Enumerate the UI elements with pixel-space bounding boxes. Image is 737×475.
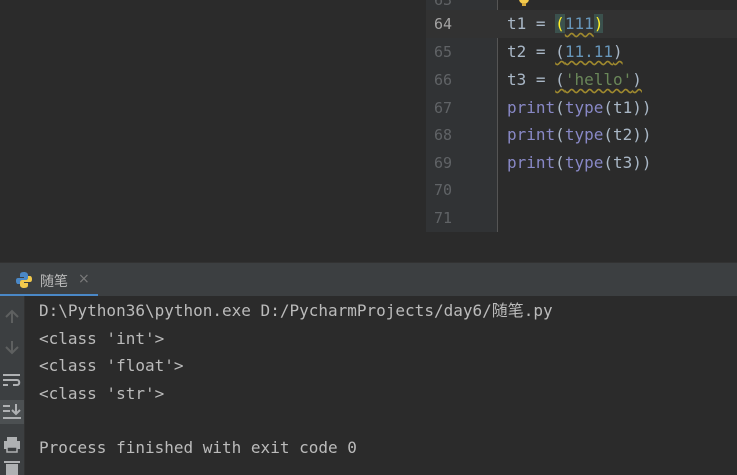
line-number: 66 xyxy=(434,71,453,89)
code-line-68[interactable]: print(type(t2)) xyxy=(507,121,652,149)
run-tab-label: 随笔 xyxy=(40,274,68,290)
code-token: ( xyxy=(555,125,565,144)
code-token: ) xyxy=(632,70,642,89)
code-token: ( xyxy=(555,42,565,61)
arrow-down-icon[interactable] xyxy=(0,336,24,360)
code-token-builtin: print xyxy=(507,125,556,144)
code-token: ) xyxy=(612,42,623,61)
code-token: (t3)) xyxy=(603,153,652,172)
code-token-paren-highlight: ( xyxy=(555,14,565,33)
code-token: ( xyxy=(555,153,565,172)
code-token: t2 = xyxy=(507,42,556,61)
console-line: Process finished with exit code 0 xyxy=(39,438,357,457)
code-token: t1 = xyxy=(507,14,556,33)
code-token-number: 111 xyxy=(564,14,594,33)
code-token-builtin: type xyxy=(564,125,604,144)
python-icon xyxy=(16,272,32,288)
ide-window: 63 64 65 66 67 68 69 70 71 t1 = (111) t2… xyxy=(0,0,737,475)
line-number: 64 xyxy=(434,15,453,33)
console-line: <class 'str'> xyxy=(39,384,165,403)
code-token: ( xyxy=(555,98,565,117)
code-token-builtin: type xyxy=(564,153,604,172)
code-token-builtin: print xyxy=(507,153,556,172)
code-line-64[interactable]: t1 = (111) xyxy=(507,10,604,38)
code-token: ( xyxy=(555,70,565,89)
code-token: (t1)) xyxy=(603,98,652,117)
code-token-builtin: type xyxy=(564,98,604,117)
code-token-string: 'hello' xyxy=(564,70,633,89)
lightbulb-icon[interactable] xyxy=(517,0,531,8)
line-number: 71 xyxy=(434,209,453,227)
run-panel-header: 随笔 × xyxy=(0,262,737,297)
console-line: <class 'float'> xyxy=(39,356,184,375)
code-line-69[interactable]: print(type(t3)) xyxy=(507,149,652,177)
print-icon[interactable] xyxy=(0,432,24,456)
soft-wrap-icon[interactable] xyxy=(0,368,24,392)
code-token: (t2)) xyxy=(603,125,652,144)
run-toolbar xyxy=(0,296,25,475)
code-token-number: 11.11 xyxy=(564,42,613,61)
arrow-up-icon[interactable] xyxy=(0,304,24,328)
line-number: 69 xyxy=(434,154,453,172)
code-line-66[interactable]: t3 = ('hello') xyxy=(507,66,642,94)
line-number: 65 xyxy=(434,43,453,61)
run-tab[interactable]: 随笔 × xyxy=(0,263,98,297)
line-number: 68 xyxy=(434,126,453,144)
code-line-65[interactable]: t2 = (11.11) xyxy=(507,38,623,66)
line-number: 67 xyxy=(434,99,453,117)
code-token: t3 = xyxy=(507,70,556,89)
editor-area: 63 64 65 66 67 68 69 70 71 t1 = (111) t2… xyxy=(0,0,737,262)
editor-bottom-blank xyxy=(426,232,737,262)
line-number: 70 xyxy=(434,181,453,199)
code-token-paren-highlight: ) xyxy=(593,14,604,33)
editor-left-blank xyxy=(0,0,426,262)
close-icon[interactable]: × xyxy=(78,271,90,287)
console-line: <class 'int'> xyxy=(39,329,165,348)
trash-icon[interactable] xyxy=(0,458,24,475)
scroll-to-end-icon[interactable] xyxy=(0,400,24,424)
code-line-67[interactable]: print(type(t1)) xyxy=(507,94,652,122)
code-token-builtin: print xyxy=(507,98,556,117)
console-line: D:\Python36\python.exe D:/PycharmProject… xyxy=(39,301,553,320)
